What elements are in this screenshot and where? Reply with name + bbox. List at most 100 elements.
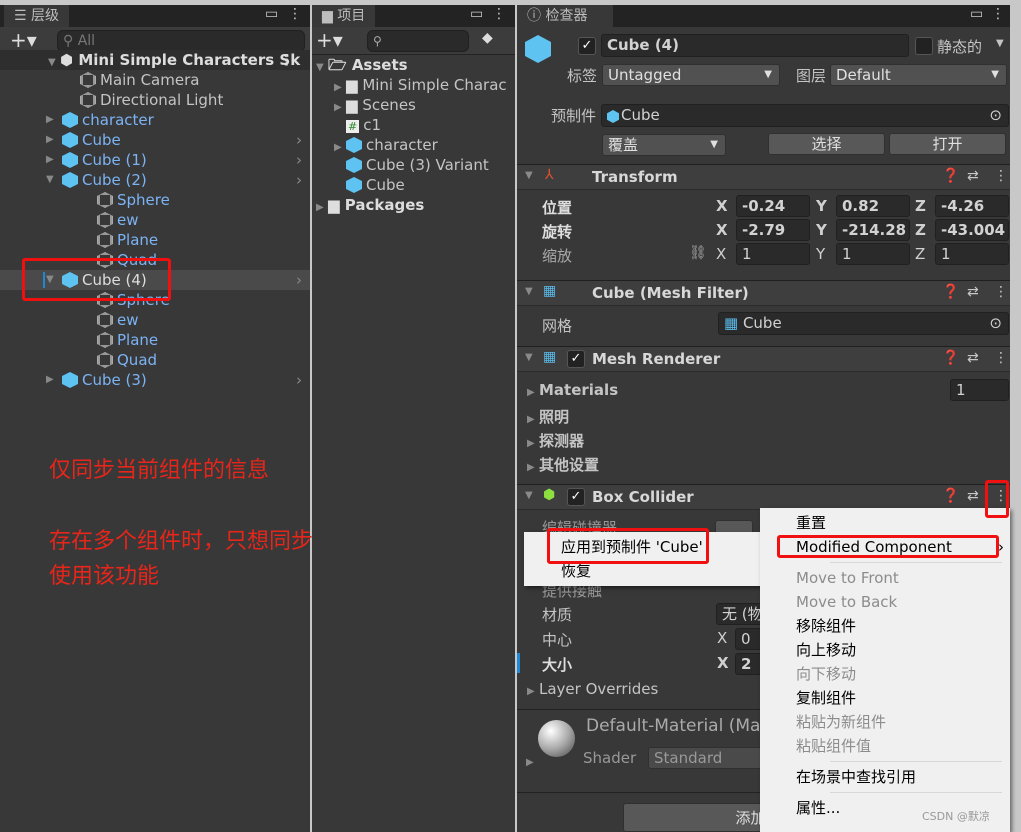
presets-icon[interactable]: ⇄ [967,168,979,184]
overrides-dropdown[interactable]: 覆盖 ▼ [602,134,726,156]
project-item[interactable]: Cube [334,175,507,195]
scene-row[interactable]: ▼ ⬢ Mini Simple Characters Sk ⋮ [0,50,310,70]
chevron-right-icon[interactable]: › [296,130,302,150]
active-checkbox[interactable]: ✓ [578,37,596,55]
position-z-field[interactable]: -4.26 [935,195,1009,217]
name-field[interactable]: Cube (4) [601,34,909,57]
menu-item[interactable]: Move to Front [760,566,1010,590]
chevron-right-icon[interactable]: › [296,170,302,190]
lock-icon[interactable]: ▭ [970,6,983,22]
hierarchy-item[interactable]: ew [0,310,310,330]
filter-type-icon[interactable]: ◆ [482,30,493,46]
lock-icon[interactable]: ▭ [265,6,278,22]
tab-project[interactable]: ▆ 项目 [312,5,376,27]
mesh-renderer-header[interactable]: ▼ ▦ ✓ Mesh Renderer ❓ ⇄ ⋮ [517,346,1011,372]
rotation-z-field[interactable]: -43.004 [935,219,1009,241]
mesh-filter-header[interactable]: ▼ ▦ Cube (Mesh Filter) ❓ ⇄ ⋮ [517,280,1011,306]
box-collider-header[interactable]: ▼ ⬢ ✓ Box Collider ❓ ⇄ ⋮ [517,484,1011,510]
menu-item[interactable]: 重置 [760,511,1010,535]
scale-x-field[interactable]: 1 [736,243,810,265]
materials-foldout[interactable]: ▶ Materials [527,381,618,399]
rotation-x-field[interactable]: -2.79 [736,219,810,241]
expand-icon[interactable]: ▶ [46,110,54,130]
kebab-icon[interactable]: ⋮ [279,50,294,70]
presets-icon[interactable]: ⇄ [967,488,979,504]
chevron-right-icon[interactable]: › [296,150,302,170]
chevron-right-icon[interactable]: › [296,370,302,390]
help-icon[interactable]: ❓ [942,168,959,184]
shader-dropdown[interactable]: Standard [648,747,766,769]
hierarchy-item[interactable]: Sphere [0,190,310,210]
prefab-field[interactable]: Cube ⊙ [601,104,1009,127]
object-picker-icon[interactable]: ⊙ [989,313,1002,333]
hierarchy-item[interactable]: ▶ Cube › [0,130,310,150]
object-picker-icon[interactable]: ⊙ [989,105,1002,125]
help-icon[interactable]: ❓ [942,488,959,504]
project-search-input[interactable]: ⚲ [367,30,469,52]
kebab-icon[interactable]: ⋮ [994,350,1008,366]
kebab-icon[interactable]: ⋮ [288,6,302,22]
hierarchy-item[interactable]: Plane [0,230,310,250]
constrain-proportions-icon[interactable]: ⛓ [689,245,707,261]
hierarchy-item[interactable]: ▼ Cube (2) › [0,170,310,190]
project-item[interactable]: ▶ ▆ Mini Simple Charac [334,75,507,95]
open-button[interactable]: 打开 [889,133,1006,155]
static-checkbox[interactable] [915,37,933,55]
help-icon[interactable]: ❓ [942,350,959,366]
menu-item[interactable]: 向上移动 [760,638,1010,662]
material-field[interactable]: 无 (物 [716,603,764,625]
kebab-icon[interactable]: ⋮ [994,284,1008,300]
select-button[interactable]: 选择 [768,133,885,155]
materials-count[interactable]: 1 [950,379,1009,401]
expand-icon[interactable]: ▶ [46,130,54,150]
position-y-field[interactable]: 0.82 [836,195,910,217]
tag-dropdown[interactable]: Untagged ▼ [602,64,780,86]
help-icon[interactable]: ❓ [942,284,959,300]
position-x-field[interactable]: -0.24 [736,195,810,217]
hierarchy-item[interactable]: Directional Light [0,90,310,110]
add-icon[interactable]: +▾ [10,28,37,52]
project-item[interactable]: Cube (3) Variant [334,155,507,175]
menu-item[interactable]: 复制组件 [760,686,1010,710]
search-input[interactable]: ⚲ All [57,30,305,52]
transform-header[interactable]: ▼ ⅄ Transform ❓ ⇄ ⋮ [517,164,1011,190]
expand-icon[interactable]: ▶ [46,370,54,390]
expand-icon[interactable]: ▶ [46,150,54,170]
kebab-icon[interactable]: ⋮ [994,168,1008,184]
rotation-y-field[interactable]: -214.28 [836,219,910,241]
project-item[interactable]: ▶ character [334,135,507,155]
packages-folder[interactable]: ▶ ▆ Packages [316,195,424,215]
presets-icon[interactable]: ⇄ [967,284,979,300]
hierarchy-item[interactable]: Plane [0,330,310,350]
kebab-icon[interactable]: ⋮ [991,6,1005,22]
lock-icon[interactable]: ▭ [470,6,483,22]
scale-z-field[interactable]: 1 [935,243,1009,265]
menu-item[interactable]: 移除组件 [760,614,1010,638]
chevron-right-icon[interactable]: › [296,270,302,290]
layer-overrides-foldout[interactable]: ▶ Layer Overrides [527,680,658,698]
other-settings-foldout[interactable]: ▶ 其他设置 [527,454,599,475]
probes-foldout[interactable]: ▶ 探测器 [527,430,584,451]
hierarchy-item[interactable]: Main Camera [0,70,310,90]
menu-item[interactable]: 在场景中查找引用 [760,765,1010,789]
menu-item[interactable]: 向下移动 [760,662,1010,686]
hierarchy-item[interactable]: ▶ Cube (1) › [0,150,310,170]
enabled-checkbox[interactable]: ✓ [567,350,585,368]
add-icon[interactable]: +▾ [316,28,343,52]
expand-open-icon[interactable]: ▼ [46,170,54,190]
layer-dropdown[interactable]: Default ▼ [830,64,1007,86]
mesh-field[interactable]: ▦ Cube ⊙ [718,312,1009,335]
hierarchy-item[interactable]: ▶ character [0,110,310,130]
hierarchy-item[interactable]: ew [0,210,310,230]
hierarchy-item[interactable]: ▶ Cube (3) › [0,370,310,390]
tab-hierarchy[interactable]: ☰ 层级 [4,5,70,27]
menu-item[interactable]: 粘贴组件值 [760,734,1010,758]
hierarchy-item[interactable]: Quad [0,350,310,370]
presets-icon[interactable]: ⇄ [967,350,979,366]
menu-item[interactable]: 粘贴为新组件 [760,710,1010,734]
enabled-checkbox[interactable]: ✓ [567,488,585,506]
tab-inspector[interactable]: ⓘ 检查器 [517,5,613,27]
kebab-icon[interactable]: ⋮ [492,6,506,22]
project-item[interactable]: ▶ ▆ Scenes [334,95,507,115]
assets-folder[interactable]: ▼ 🗁 Assets [316,55,408,75]
